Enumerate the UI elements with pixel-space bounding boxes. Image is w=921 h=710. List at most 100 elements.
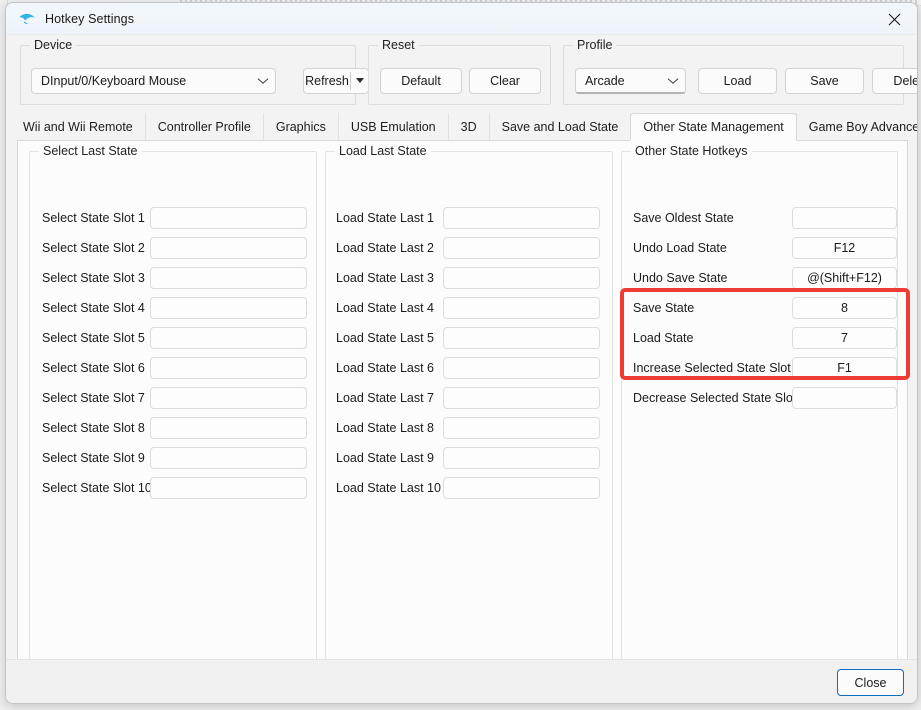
hotkey-label: Select State Slot 1 <box>42 211 145 225</box>
tab-wii-and-wii-remote[interactable]: Wii and Wii Remote <box>17 113 146 140</box>
hotkey-label: Select State Slot 7 <box>42 391 145 405</box>
select-last-state-group: Select Last State Select State Slot 1 Sel… <box>29 144 317 661</box>
hotkey-input[interactable] <box>150 327 307 349</box>
profile-group-title: Profile <box>573 38 617 53</box>
hotkey-input[interactable] <box>443 387 600 409</box>
hotkey-label: Select State Slot 5 <box>42 331 145 345</box>
hotkey-input[interactable] <box>150 267 307 289</box>
hotkey-label: Select State Slot 8 <box>42 421 145 435</box>
hotkey-input[interactable] <box>792 387 897 409</box>
device-select[interactable]: DInput/0/Keyboard Mouse <box>31 68 276 94</box>
device-group: Device DInput/0/Keyboard Mouse Refresh <box>20 38 369 105</box>
hotkey-label: Load State Last 10 <box>336 481 441 495</box>
tab-controller-profile[interactable]: Controller Profile <box>144 113 264 140</box>
hotkey-label: Load State Last 6 <box>336 361 434 375</box>
hotkey-label: Load State Last 9 <box>336 451 434 465</box>
device-select-value: DInput/0/Keyboard Mouse <box>41 74 187 88</box>
hotkey-input[interactable]: @(Shift+F12) <box>792 267 897 289</box>
tab-label: Other State Management <box>643 120 784 134</box>
dolphin-icon <box>18 11 36 27</box>
hotkey-label: Load State <box>633 331 694 345</box>
hotkey-input[interactable] <box>150 297 307 319</box>
tab-save-and-load-state[interactable]: Save and Load State <box>488 113 632 140</box>
profile-group: Profile Arcade Load Save Delete <box>563 38 917 105</box>
hotkey-label: Select State Slot 2 <box>42 241 145 255</box>
close-icon[interactable] <box>871 3 917 35</box>
tab-label: Controller Profile <box>157 119 251 134</box>
tab-label: Graphics <box>275 119 326 134</box>
refresh-button-label: Refresh <box>305 74 349 88</box>
hotkey-input[interactable] <box>150 207 307 229</box>
hotkey-input[interactable] <box>150 477 307 499</box>
select-last-state-title: Select Last State <box>39 144 142 159</box>
tab-label: Wii and Wii Remote <box>23 119 133 134</box>
hotkey-input[interactable] <box>443 357 600 379</box>
title-bar: Hotkey Settings <box>6 3 917 35</box>
hotkey-label: Select State Slot 10 <box>42 481 152 495</box>
chevron-down-icon <box>257 77 269 85</box>
hotkey-label: Select State Slot 9 <box>42 451 145 465</box>
refresh-dropdown-arrow-icon[interactable] <box>351 78 368 84</box>
clear-button[interactable]: Clear <box>469 68 541 94</box>
reset-group-title: Reset <box>378 38 419 53</box>
hotkey-input[interactable]: 7 <box>792 327 897 349</box>
tab-bar: Wii and Wii Remote Controller Profile Grap… <box>17 113 917 141</box>
close-button[interactable]: Close <box>837 669 904 696</box>
tab-label: USB Emulation <box>350 119 436 134</box>
reset-group: Reset Default Clear <box>368 38 551 105</box>
hotkey-input[interactable] <box>792 207 897 229</box>
profile-select-underline <box>576 92 685 94</box>
profile-load-button[interactable]: Load <box>698 68 777 94</box>
default-button[interactable]: Default <box>380 68 462 94</box>
hotkey-input[interactable]: 8 <box>792 297 897 319</box>
hotkey-input[interactable] <box>150 387 307 409</box>
dialog-footer: Close <box>6 659 917 703</box>
tab-game-boy-advance[interactable]: Game Boy Advance <box>795 113 917 140</box>
tab-panel-other-state-management: Select Last State Select State Slot 1 Sel… <box>17 141 910 693</box>
profile-select[interactable]: Arcade <box>575 68 686 94</box>
hotkey-input[interactable] <box>150 237 307 259</box>
refresh-button[interactable]: Refresh <box>303 68 369 94</box>
tab-label: 3D <box>460 119 477 134</box>
hotkey-label: Load State Last 5 <box>336 331 434 345</box>
profile-save-button[interactable]: Save <box>785 68 864 94</box>
hotkey-input[interactable]: F1 <box>792 357 897 379</box>
hotkey-input[interactable] <box>150 447 307 469</box>
hotkey-input[interactable] <box>150 417 307 439</box>
other-state-hotkeys-title: Other State Hotkeys <box>631 144 752 159</box>
hotkey-label: Load State Last 1 <box>336 211 434 225</box>
profile-delete-button[interactable]: Delete <box>872 68 917 94</box>
window-title: Hotkey Settings <box>45 11 135 26</box>
hotkey-label: Save State <box>633 301 695 315</box>
hotkey-input[interactable]: F12 <box>792 237 897 259</box>
options-row: Device DInput/0/Keyboard Mouse Refresh R… <box>20 38 917 105</box>
hotkey-input[interactable] <box>443 417 600 439</box>
hotkey-label: Load State Last 2 <box>336 241 434 255</box>
device-group-title: Device <box>30 38 77 53</box>
hotkey-input[interactable] <box>443 267 600 289</box>
hotkey-label: Increase Selected State Slot <box>633 361 791 375</box>
hotkey-input[interactable] <box>443 297 600 319</box>
load-last-state-title: Load Last State <box>335 144 431 159</box>
tab-other-state-management[interactable]: Other State Management <box>630 113 797 141</box>
chevron-down-icon <box>667 77 679 85</box>
dialog-body: Device DInput/0/Keyboard Mouse Refresh R… <box>6 35 917 703</box>
hotkey-label: Select State Slot 4 <box>42 301 145 315</box>
other-state-hotkeys-group: Other State Hotkeys Save Oldest State Und… <box>621 144 898 661</box>
tab-3d[interactable]: 3D <box>447 113 490 140</box>
load-last-state-group: Load Last State Load State Last 1 Load St… <box>325 144 613 661</box>
hotkey-label: Load State Last 4 <box>336 301 434 315</box>
hotkey-label: Undo Save State <box>633 271 728 285</box>
hotkey-input[interactable] <box>443 447 600 469</box>
tab-graphics[interactable]: Graphics <box>262 113 339 140</box>
hotkey-input[interactable] <box>443 477 600 499</box>
hotkey-input[interactable] <box>443 237 600 259</box>
tab-usb-emulation[interactable]: USB Emulation <box>337 113 449 140</box>
hotkey-label: Select State Slot 6 <box>42 361 145 375</box>
hotkey-input[interactable] <box>443 327 600 349</box>
hotkey-label: Decrease Selected State Slot <box>633 391 797 405</box>
hotkey-settings-dialog: Hotkey Settings Device DInput/0/Keyboard… <box>5 2 918 704</box>
hotkey-label: Load State Last 3 <box>336 271 434 285</box>
hotkey-input[interactable] <box>443 207 600 229</box>
hotkey-input[interactable] <box>150 357 307 379</box>
